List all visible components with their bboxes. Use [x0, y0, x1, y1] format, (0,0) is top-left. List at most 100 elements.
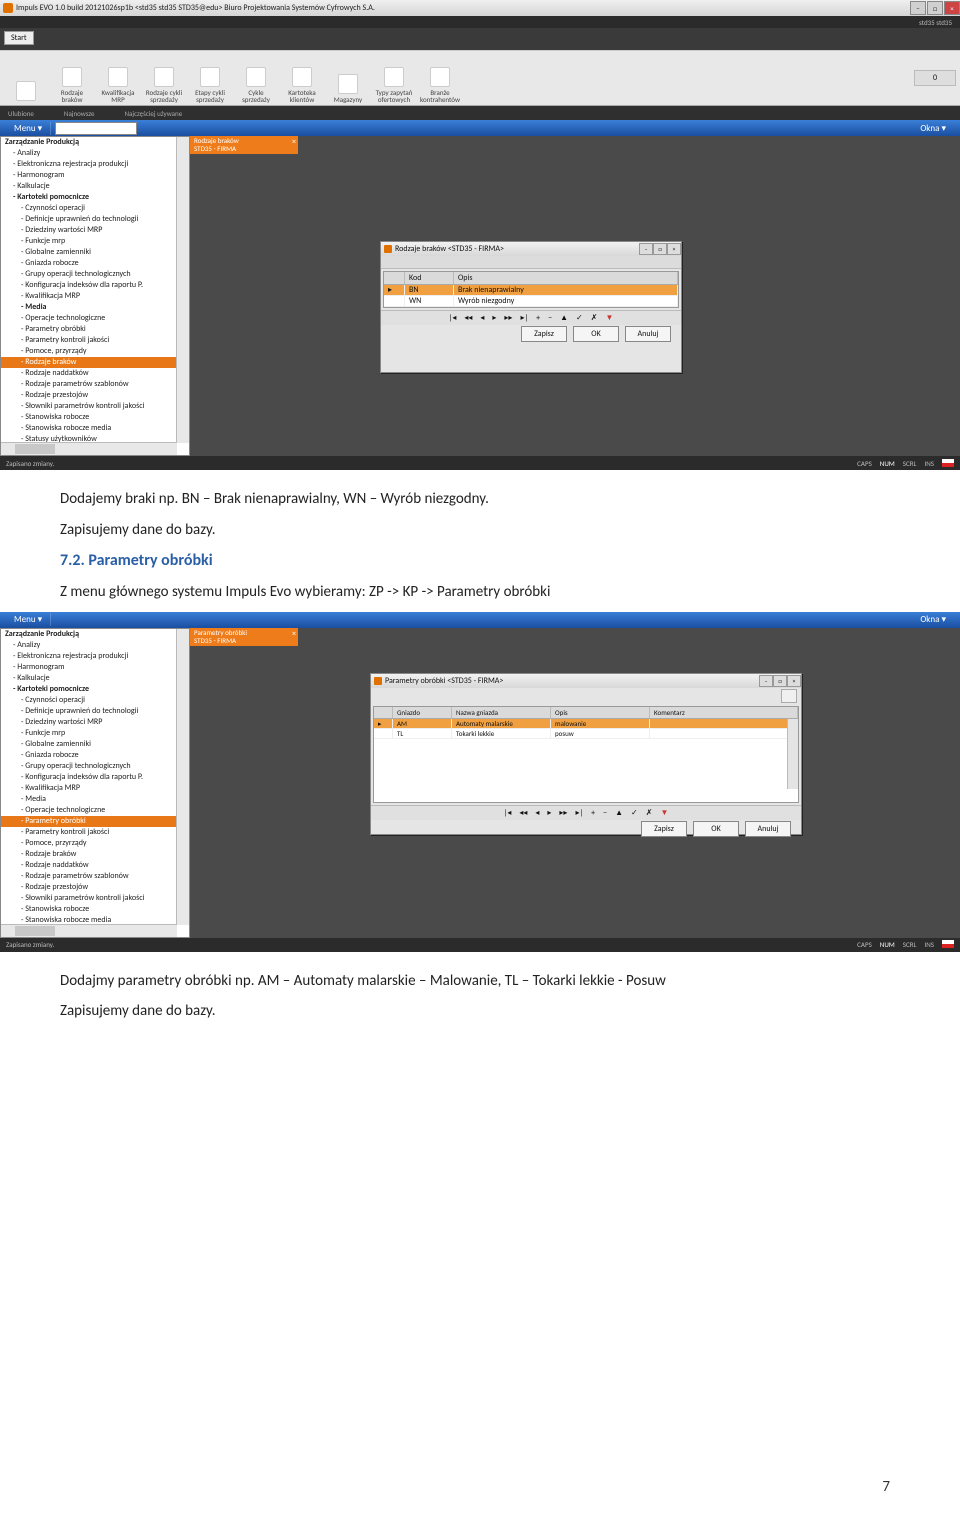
cell[interactable]: Brak nienaprawialny	[454, 285, 678, 295]
dialog-maximize[interactable]: □	[653, 243, 667, 255]
nav-next-icon[interactable]: ▸	[490, 313, 498, 323]
tree-item[interactable]: - Parametry obróbki	[1, 324, 189, 335]
nav-prev-page-icon[interactable]: ◂◂	[462, 313, 474, 323]
tree-item[interactable]: - Media	[1, 794, 189, 805]
tree-item[interactable]: - Dziedziny wartości MRP	[1, 717, 189, 728]
record-navigator[interactable]: |◂ ◂◂ ◂ ▸ ▸▸ ▸| + − ▲ ✓ ✗ ▼	[381, 310, 681, 325]
tree-item[interactable]: - Globalne zamienniki	[1, 739, 189, 750]
tree-item[interactable]: - Konfiguracja indeksów dla raportu P.	[1, 772, 189, 783]
tree-item[interactable]: - Kartoteki pomocnicze	[1, 192, 189, 203]
nav-prev-page-icon[interactable]: ◂◂	[517, 808, 529, 818]
nav-first-icon[interactable]: |◂	[502, 808, 514, 818]
col-header[interactable]: Kod	[405, 272, 454, 284]
tree-item[interactable]: - Operacje technologiczne	[1, 805, 189, 816]
nav-next-icon[interactable]: ▸	[545, 808, 553, 818]
tree-item[interactable]: - Kwalifikacja MRP	[1, 783, 189, 794]
tree-item[interactable]: - Stanowiska robocze	[1, 412, 189, 423]
scrollbar-vertical[interactable]	[176, 137, 189, 443]
tree-item[interactable]: - Grupy operacji technologicznych	[1, 761, 189, 772]
nav-last-icon[interactable]: ▸|	[518, 313, 530, 323]
cell[interactable]: WN	[405, 296, 454, 306]
tree-item[interactable]: - Parametry obróbki	[1, 816, 189, 827]
ribbon-button[interactable]: Etapy cyklisprzedaży	[188, 53, 232, 103]
tree-item[interactable]: - Harmonogram	[1, 662, 189, 673]
dialog-close[interactable]: ×	[667, 243, 681, 255]
scrollbar-horizontal[interactable]	[1, 924, 177, 937]
nav-next-page-icon[interactable]: ▸▸	[502, 313, 514, 323]
dialog-titlebar[interactable]: Rodzaje braków <STD35 - FIRMA> – □ ×	[381, 242, 681, 256]
data-grid[interactable]: Gniazdo Nazwa gniazda Opis Komentarz ▸AM…	[373, 706, 799, 803]
ok-button[interactable]: OK	[693, 821, 739, 837]
tree-item[interactable]: - Konfiguracja indeksów dla raportu P.	[1, 280, 189, 291]
nav-next-page-icon[interactable]: ▸▸	[557, 808, 569, 818]
scrollbar-horizontal[interactable]	[1, 442, 177, 455]
tree-item[interactable]: - Analizy	[1, 640, 189, 651]
tree-item[interactable]: - Czynności operacji	[1, 203, 189, 214]
close-button[interactable]: ×	[944, 1, 960, 15]
fav-label[interactable]: Najnowsze	[64, 109, 95, 118]
cell[interactable]: posuw	[551, 729, 650, 738]
tree-item[interactable]: Zarządzanie Produkcją	[1, 137, 189, 148]
tree-item[interactable]: - Harmonogram	[1, 170, 189, 181]
tree-item[interactable]: - Kalkulacje	[1, 673, 189, 684]
fav-label[interactable]: Najczęściej używane	[125, 109, 183, 118]
cell[interactable]: TL	[393, 729, 452, 738]
menu-button[interactable]: Menu ▾	[6, 613, 51, 626]
save-button[interactable]: Zapisz	[521, 326, 567, 342]
cell[interactable]	[650, 719, 798, 728]
tree-item[interactable]: - Analizy	[1, 148, 189, 159]
table-row[interactable]: WNWyrób niezgodny	[384, 296, 678, 307]
tree-item[interactable]: - Media	[1, 302, 189, 313]
tree-item[interactable]: Zarządzanie Produkcją	[1, 629, 189, 640]
start-button[interactable]: Start	[4, 31, 34, 45]
tree-item[interactable]: - Stanowiska robocze	[1, 904, 189, 915]
nav-tree[interactable]: Zarządzanie Produkcją- Analizy- Elektron…	[0, 628, 190, 938]
record-navigator[interactable]: |◂ ◂◂ ◂ ▸ ▸▸ ▸| + − ▲ ✓ ✗ ▼	[371, 805, 801, 820]
tree-item[interactable]: - Rodzaje naddatków	[1, 368, 189, 379]
tree-item[interactable]: - Słowniki parametrów kontroli jakości	[1, 401, 189, 412]
close-tab-icon[interactable]: ×	[292, 138, 296, 146]
tree-item[interactable]: - Elektroniczna rejestracja produkcji	[1, 651, 189, 662]
ribbon-button[interactable]: Rodzajebraków	[50, 53, 94, 103]
scrollbar-vertical[interactable]	[176, 629, 189, 925]
tree-item[interactable]: - Rodzaje naddatków	[1, 860, 189, 871]
close-tab-icon[interactable]: ×	[292, 630, 296, 638]
tree-item[interactable]: - Gniazda robocze	[1, 750, 189, 761]
nav-cancel-icon[interactable]: ✗	[644, 808, 655, 818]
tab-chip[interactable]: Parametry obróbki STD35 - FIRMA ×	[190, 628, 298, 646]
menu-combo[interactable]	[55, 122, 137, 135]
nav-prev-icon[interactable]: ◂	[478, 313, 486, 323]
tree-item[interactable]: - Funkcje mrp	[1, 728, 189, 739]
tree-item[interactable]: - Słowniki parametrów kontroli jakości	[1, 893, 189, 904]
cell[interactable]: BN	[405, 285, 454, 295]
tree-item[interactable]: - Operacje technologiczne	[1, 313, 189, 324]
nav-delete-icon[interactable]: −	[601, 808, 609, 818]
tree-item[interactable]: - Dziedziny wartości MRP	[1, 225, 189, 236]
tree-item[interactable]: - Rodzaje parametrów szablonów	[1, 871, 189, 882]
data-grid[interactable]: Kod Opis ▸BNBrak nienaprawialnyWNWyrób n…	[383, 271, 679, 308]
cancel-button[interactable]: Anuluj	[745, 821, 791, 837]
tree-item[interactable]: - Gniazda robocze	[1, 258, 189, 269]
tree-item[interactable]: - Kalkulacje	[1, 181, 189, 192]
tree-item[interactable]: - Elektroniczna rejestracja produkcji	[1, 159, 189, 170]
nav-last-icon[interactable]: ▸|	[573, 808, 585, 818]
ribbon-button[interactable]: Branżekontrahentów	[418, 53, 462, 103]
col-header[interactable]: Nazwa gniazda	[452, 707, 551, 718]
dialog-maximize[interactable]: □	[773, 675, 787, 687]
nav-first-icon[interactable]: |◂	[447, 313, 459, 323]
tree-item[interactable]: - Rodzaje braków	[1, 849, 189, 860]
tree-item[interactable]: - Grupy operacji technologicznych	[1, 269, 189, 280]
nav-cancel-icon[interactable]: ✗	[589, 313, 600, 323]
menu-button[interactable]: Menu ▾	[6, 122, 51, 135]
ribbon-button[interactable]: KwalifikacjaMRP	[96, 53, 140, 103]
minimize-button[interactable]: –	[910, 1, 926, 15]
table-row[interactable]: TLTokarki lekkieposuw	[374, 729, 798, 739]
ok-button[interactable]: OK	[573, 326, 619, 342]
col-header[interactable]: Opis	[551, 707, 650, 718]
nav-filter-icon[interactable]: ▼	[658, 808, 670, 818]
tree-item[interactable]: - Czynności operacji	[1, 695, 189, 706]
cell[interactable]: Tokarki lekkie	[452, 729, 551, 738]
tree-item[interactable]: - Definicje uprawnień do technologii	[1, 706, 189, 717]
tree-item[interactable]: - Parametry kontroli jakości	[1, 335, 189, 346]
tree-item[interactable]: - Pomoce, przyrządy	[1, 346, 189, 357]
